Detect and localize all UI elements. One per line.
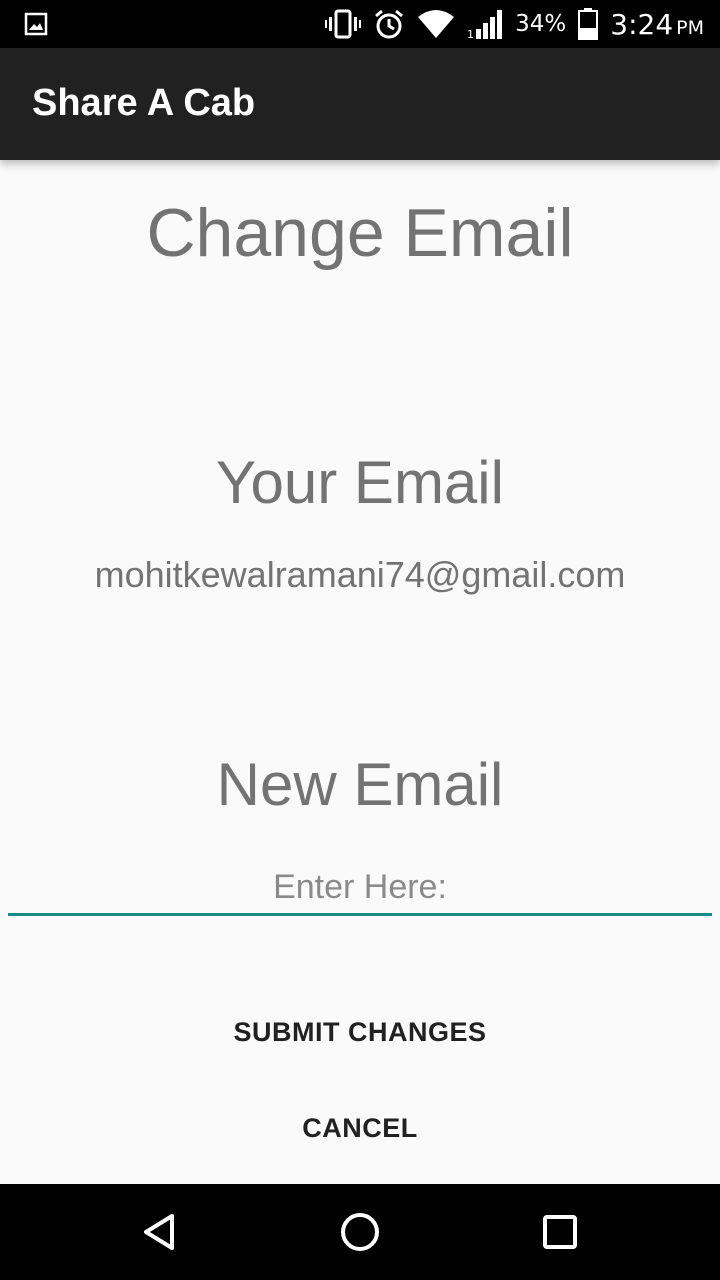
clock-ampm: PM (676, 16, 704, 39)
alarm-icon (375, 9, 404, 39)
svg-text:1: 1 (467, 28, 474, 39)
battery-percentage: 34% (515, 11, 567, 37)
gallery-icon (24, 12, 48, 36)
new-email-input[interactable] (8, 862, 712, 916)
vibrate-icon (325, 9, 362, 39)
battery-icon (578, 8, 599, 40)
app-bar: Share A Cab (0, 48, 720, 160)
change-email-form: Change Email Your Email mohitkewalramani… (0, 160, 720, 1184)
current-email-label: Your Email (216, 449, 504, 516)
app-title: Share A Cab (32, 82, 256, 124)
navigation-bar (0, 1184, 720, 1280)
clock-time: 3:24 (610, 7, 674, 41)
cancel-button[interactable]: CANCEL (160, 1088, 560, 1168)
recents-icon[interactable] (536, 1208, 584, 1256)
clock: 3:24 PM (610, 8, 704, 41)
submit-changes-button[interactable]: SUBMIT CHANGES (160, 992, 560, 1072)
status-bar: 1 34% 3:24 PM (0, 0, 720, 48)
current-email-value: mohitkewalramani74@gmail.com (94, 554, 626, 595)
new-email-label: New Email (216, 751, 504, 818)
back-icon[interactable] (136, 1208, 184, 1256)
home-icon[interactable] (336, 1208, 384, 1256)
wifi-icon (418, 10, 455, 38)
page-title: Change Email (146, 195, 574, 271)
signal-icon: 1 (467, 10, 503, 39)
